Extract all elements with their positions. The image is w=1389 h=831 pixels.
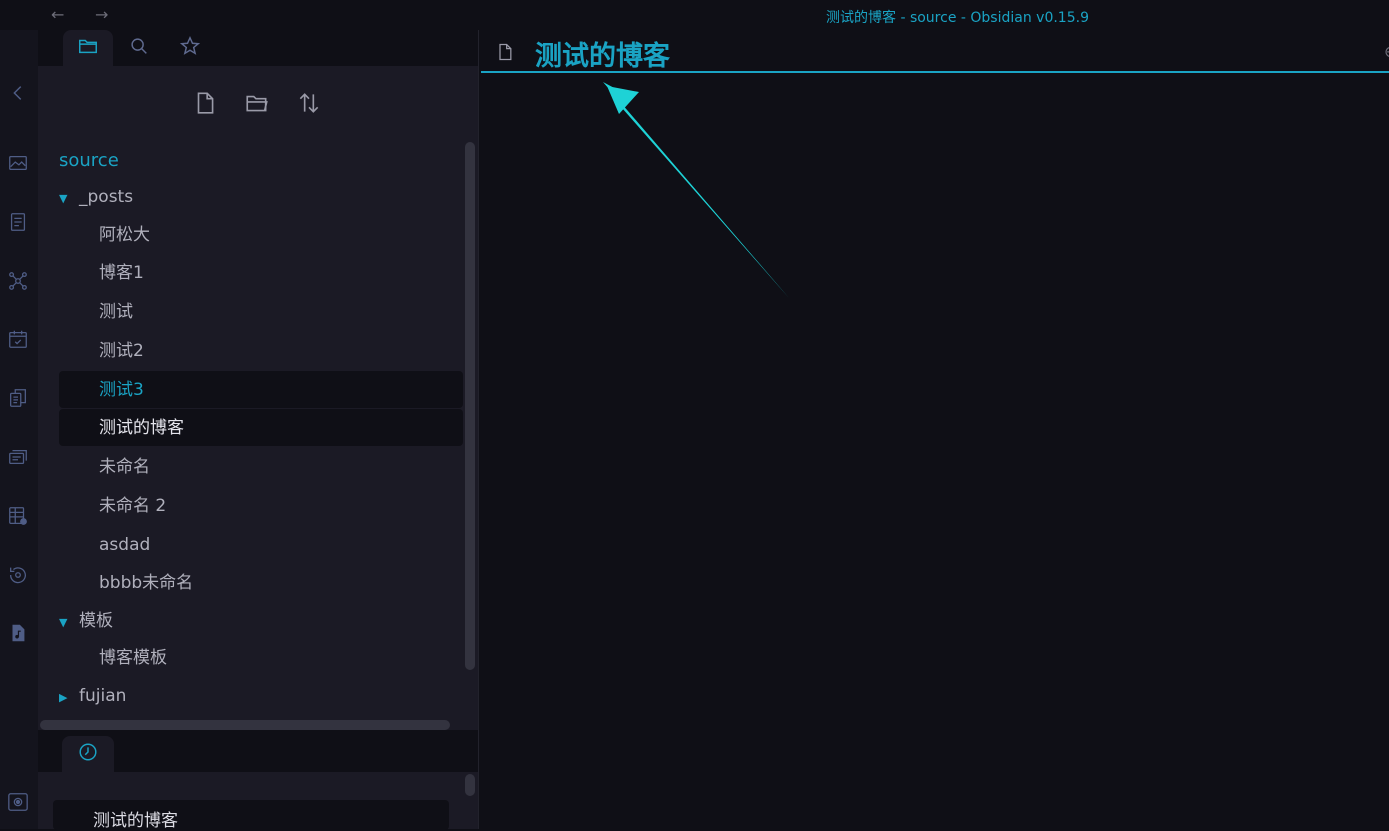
table-settings-icon[interactable] [7,505,31,529]
file-item[interactable]: 博客1 [99,255,144,291]
tab-search[interactable] [114,30,164,66]
file-item[interactable]: 测试 [99,294,133,330]
file-item[interactable]: asdad [99,527,150,563]
document-list-icon[interactable] [7,211,31,235]
file-explorer-panel: source ▼ _posts 阿松大 博客1 测试 测试2 测试3 测试的博客 … [38,66,478,730]
expand-triangle-icon[interactable]: ▼ [59,181,79,217]
folder-fujian[interactable]: ▶ fujian [59,678,126,714]
file-item[interactable]: 未命名 2 [99,488,166,524]
recent-scrollbar[interactable] [465,774,475,796]
history-icon[interactable] [7,564,31,588]
tab-starred[interactable] [165,30,215,66]
file-item[interactable]: bbbb未命名 [99,565,193,601]
recent-file-item[interactable]: 测试的博客 [53,800,449,831]
recent-tab-header [38,730,478,772]
file-label: 测试3 [99,380,144,400]
tab-recent-files[interactable] [62,736,114,772]
folder-icon [77,35,99,61]
recent-files-panel: 测试的博客 [38,772,478,831]
calendar-check-icon[interactable] [7,328,31,352]
star-icon [179,35,201,61]
new-note-button[interactable] [192,90,220,118]
graph-view-icon[interactable] [7,270,31,294]
forward-arrow-icon[interactable]: → [95,5,108,24]
left-ribbon [0,30,38,829]
sort-icon [296,93,322,120]
file-item[interactable]: 阿松大 [99,217,150,253]
file-item-active[interactable]: 测试的博客 [59,409,463,446]
horizontal-scrollbar[interactable] [40,720,450,730]
vertical-scrollbar[interactable] [465,142,475,670]
back-arrow-icon[interactable]: ← [51,5,64,24]
file-item-hovered[interactable]: 测试3 [59,371,463,408]
new-note-icon [192,92,218,120]
folder-template[interactable]: ▼ 模板 [59,603,113,639]
slides-icon[interactable] [7,446,31,470]
file-label: 测试的博客 [99,418,184,438]
folder-label: fujian [79,686,127,706]
folder-label: 模板 [79,611,113,631]
clock-icon [77,741,99,767]
recent-file-label: 测试的博客 [93,811,178,831]
settings-icon[interactable] [7,791,31,815]
annotation-arrow [603,82,789,298]
sort-button[interactable] [296,90,324,118]
collapsed-triangle-icon[interactable]: ▶ [59,680,79,716]
vault-name[interactable]: source [59,150,119,171]
audio-file-icon[interactable] [7,622,31,646]
file-item[interactable]: 未命名 [99,449,150,485]
collapse-chevron-icon[interactable] [7,82,31,106]
window-title: 测试的博客 - source - Obsidian v0.15.9 [826,10,1089,26]
file-item[interactable]: 测试2 [99,333,144,369]
copy-documents-icon[interactable] [7,387,31,411]
sidebar-tab-header [38,30,478,66]
image-icon[interactable] [7,152,31,176]
new-folder-button[interactable] [243,90,271,118]
new-folder-icon [243,95,271,120]
file-item[interactable]: 博客模板 [99,640,167,676]
search-icon [128,35,150,61]
title-bar: ← → 测试的博客 - source - Obsidian v0.15.9 [0,0,1389,30]
editor-pane[interactable]: 测试的博客 ⊖ [478,30,1389,829]
expand-triangle-icon[interactable]: ▼ [59,605,79,641]
folder-posts[interactable]: ▼ _posts [59,179,133,215]
folder-label: _posts [79,187,134,207]
tab-file-explorer[interactable] [63,30,113,66]
